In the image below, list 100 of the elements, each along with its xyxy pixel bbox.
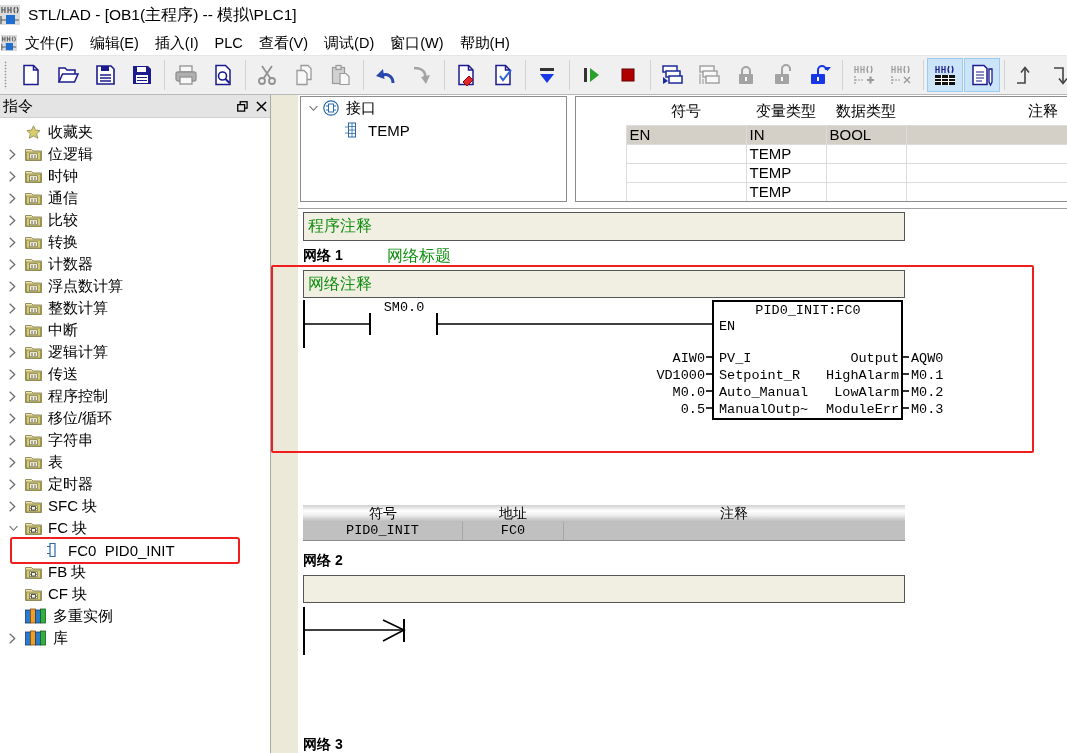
tree-item[interactable]: 字符串 — [48, 430, 93, 450]
comment-field[interactable] — [303, 575, 905, 603]
menu-item[interactable]: 插入(I) — [146, 32, 207, 53]
menu-item[interactable]: 文件(F) — [17, 32, 82, 53]
chevron-right-icon[interactable] — [9, 456, 16, 468]
folder-icon — [25, 257, 42, 271]
chevron-right-icon[interactable] — [9, 478, 16, 490]
table-row[interactable]: TEMP — [576, 163, 1067, 183]
chevron-right-icon[interactable] — [9, 192, 16, 204]
window-stack-icon — [697, 63, 721, 87]
ladder-delete-icon — [889, 63, 913, 87]
chevron-right-icon[interactable] — [9, 214, 16, 226]
table-cell: IN — [746, 125, 826, 145]
chevron-right-icon[interactable] — [9, 258, 16, 270]
input-pin-label: ManualOutp~ — [719, 402, 809, 417]
input-operand: VD1000 — [656, 368, 705, 383]
tree-item[interactable]: 位逻辑 — [48, 144, 93, 164]
toolbar-button[interactable] — [964, 58, 1000, 92]
chevron-right-icon[interactable] — [9, 500, 16, 512]
unlock-dropdown-icon — [808, 63, 832, 87]
tree-item[interactable]: 比较 — [48, 210, 78, 230]
tree-item[interactable]: 程序控制 — [48, 386, 108, 406]
network-label: 网络 1 — [303, 248, 343, 263]
menu-item[interactable]: PLC — [206, 32, 251, 53]
tree-item[interactable]: 多重实例 — [53, 606, 113, 626]
chevron-right-icon[interactable] — [9, 412, 16, 424]
chevron-right-icon[interactable] — [9, 632, 16, 644]
output-operand: M0.1 — [911, 368, 944, 383]
output-pin-label: ModuleErr — [826, 402, 899, 417]
chevron-right-icon[interactable] — [9, 346, 16, 358]
scissors-icon — [255, 63, 279, 87]
column-header[interactable]: 注释 — [1028, 101, 1058, 119]
chevron-right-icon[interactable] — [9, 236, 16, 248]
menu-item[interactable]: 编辑(E) — [81, 32, 147, 53]
restore-window-icon[interactable] — [237, 100, 248, 112]
table-row[interactable]: TEMP — [576, 144, 1067, 164]
tree-item[interactable]: TEMP — [368, 121, 410, 139]
tree-item[interactable]: FC 块 — [48, 518, 88, 538]
tree-item[interactable]: SFC 块 — [48, 496, 98, 516]
table-row[interactable]: EN IN BOOL — [576, 125, 1067, 145]
chevron-right-icon[interactable] — [9, 148, 16, 160]
menu-item[interactable]: 帮助(H) — [451, 32, 518, 53]
tree-item[interactable]: 转换 — [48, 232, 78, 252]
table-row[interactable]: TEMP — [576, 182, 1067, 201]
close-icon[interactable] — [256, 100, 267, 112]
tree-item[interactable]: 接口 — [346, 98, 376, 118]
table-cell-text: PID0_INIT — [345, 522, 420, 540]
column-header[interactable]: 变量类型 — [756, 101, 816, 119]
column-header[interactable]: 符号 — [671, 101, 701, 119]
tree-item[interactable]: 传送 — [48, 364, 78, 384]
tree-item[interactable]: 收藏夹 — [48, 122, 93, 142]
toolbar-button[interactable] — [927, 58, 963, 92]
chevron-down-icon[interactable] — [9, 524, 18, 532]
chevron-right-icon[interactable] — [9, 434, 16, 446]
folder-icon — [25, 521, 42, 535]
tree-item[interactable]: 整数计算 — [48, 298, 108, 318]
tree-item[interactable]: 浮点数计算 — [48, 276, 123, 296]
menu-item[interactable]: 窗口(W) — [382, 32, 452, 53]
output-operand: AQW0 — [911, 351, 944, 366]
output-operand: M0.3 — [911, 402, 944, 417]
chevron-right-icon[interactable] — [9, 324, 16, 336]
ladder-insert-icon — [852, 63, 876, 87]
grip-handle[interactable] — [4, 61, 7, 89]
input-pin-label: Setpoint_R — [719, 368, 800, 383]
window-stack-icon — [660, 63, 684, 87]
chevron-right-icon[interactable] — [9, 368, 16, 380]
folder-icon — [25, 455, 42, 469]
comment-field[interactable]: 程序注释 — [303, 212, 905, 241]
chevron-right-icon[interactable] — [9, 390, 16, 402]
window-title: STL/LAD - [OB1(主程序) -- 模拟\PLC1] — [28, 4, 297, 25]
folder-icon — [25, 389, 42, 403]
input-operand: 0.5 — [680, 402, 705, 417]
input-operand: AIW0 — [672, 351, 705, 366]
tree-item[interactable]: 中断 — [48, 320, 78, 340]
tree-item[interactable]: 表 — [48, 452, 63, 472]
folder-icon — [25, 367, 42, 381]
books-icon — [25, 608, 46, 624]
tree-item[interactable]: FC0 PID0_INIT — [68, 541, 175, 559]
menu-item[interactable]: 查看(V) — [250, 32, 317, 53]
column-header[interactable]: 数据类型 — [836, 101, 896, 119]
comment-field[interactable]: 网络注释 — [303, 270, 905, 298]
tree-item[interactable]: 定时器 — [48, 474, 93, 494]
printer-icon — [174, 63, 198, 87]
tree-item[interactable]: CF 块 — [48, 584, 88, 604]
tree-item[interactable]: 库 — [53, 628, 68, 648]
output-pin-label: Output — [850, 351, 899, 366]
app-icon — [0, 5, 20, 25]
column-header: 符号 — [368, 505, 397, 522]
tree-item[interactable]: 计数器 — [48, 254, 93, 274]
tree-item[interactable]: 时钟 — [48, 166, 78, 186]
tree-item[interactable]: 移位/循环 — [48, 408, 113, 428]
column-header: 注释 — [720, 505, 748, 522]
tree-item[interactable]: FB 块 — [48, 562, 87, 582]
tree-item[interactable]: 逻辑计算 — [48, 342, 108, 362]
chevron-right-icon[interactable] — [9, 302, 16, 314]
tree-item[interactable]: 通信 — [48, 188, 78, 208]
chevron-right-icon[interactable] — [9, 170, 16, 182]
chevron-down-icon[interactable] — [309, 104, 318, 112]
menu-item[interactable]: 调试(D) — [316, 32, 383, 53]
chevron-right-icon[interactable] — [9, 280, 16, 292]
